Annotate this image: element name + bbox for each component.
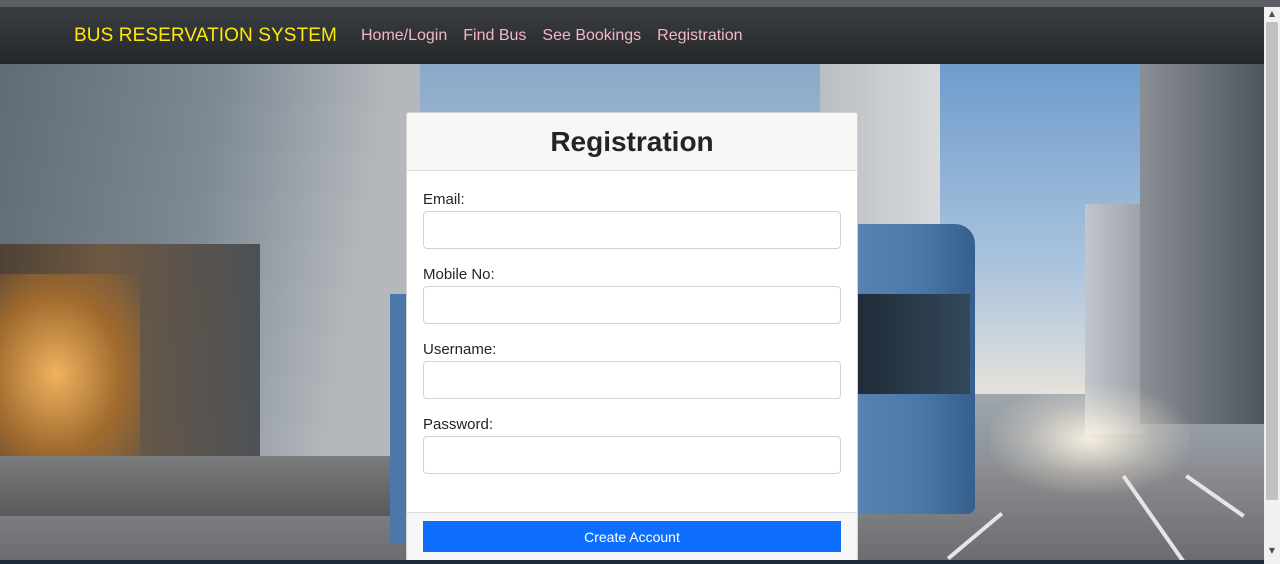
building-right <box>1140 64 1264 424</box>
password-group: Password: <box>423 416 842 474</box>
window-top-strip <box>0 0 1280 7</box>
email-group: Email: <box>423 191 842 249</box>
email-field[interactable] <box>423 211 841 249</box>
mobile-field[interactable] <box>423 286 841 324</box>
navbar: BUS RESERVATION SYSTEM Home/Login Find B… <box>0 7 1264 64</box>
nav-link-registration[interactable]: Registration <box>657 27 742 45</box>
password-field[interactable] <box>423 436 841 474</box>
nav-link-find-bus[interactable]: Find Bus <box>463 27 526 45</box>
username-label: Username: <box>423 341 497 358</box>
username-field[interactable] <box>423 361 841 399</box>
headlights-glow <box>990 384 1190 494</box>
card-header: Registration <box>407 113 857 171</box>
sidewalk <box>0 456 410 516</box>
registration-form: Email: Mobile No: Username: Password: <box>407 171 857 474</box>
bottom-strip <box>0 560 1264 564</box>
password-label: Password: <box>423 416 494 433</box>
nav-links: Home/Login Find Bus See Bookings Registr… <box>361 27 759 45</box>
bus-window <box>858 294 970 394</box>
nav-link-see-bookings[interactable]: See Bookings <box>542 27 641 45</box>
scroll-down-arrow-icon[interactable]: ▼ <box>1264 544 1280 558</box>
email-label: Email: <box>423 191 465 208</box>
page-title: Registration <box>550 125 714 157</box>
shop-light <box>0 274 140 474</box>
brand-link[interactable]: BUS RESERVATION SYSTEM <box>74 25 337 47</box>
scrollbar-thumb[interactable] <box>1266 22 1278 500</box>
create-account-button[interactable]: Create Account <box>423 521 841 552</box>
nav-link-home-login[interactable]: Home/Login <box>361 27 447 45</box>
mobile-label: Mobile No: <box>423 266 495 283</box>
registration-card: Registration Email: Mobile No: Username:… <box>406 112 858 562</box>
username-group: Username: <box>423 341 842 399</box>
mobile-group: Mobile No: <box>423 266 842 324</box>
scroll-up-arrow-icon[interactable]: ▲ <box>1264 7 1280 21</box>
card-footer: Create Account <box>407 512 857 561</box>
